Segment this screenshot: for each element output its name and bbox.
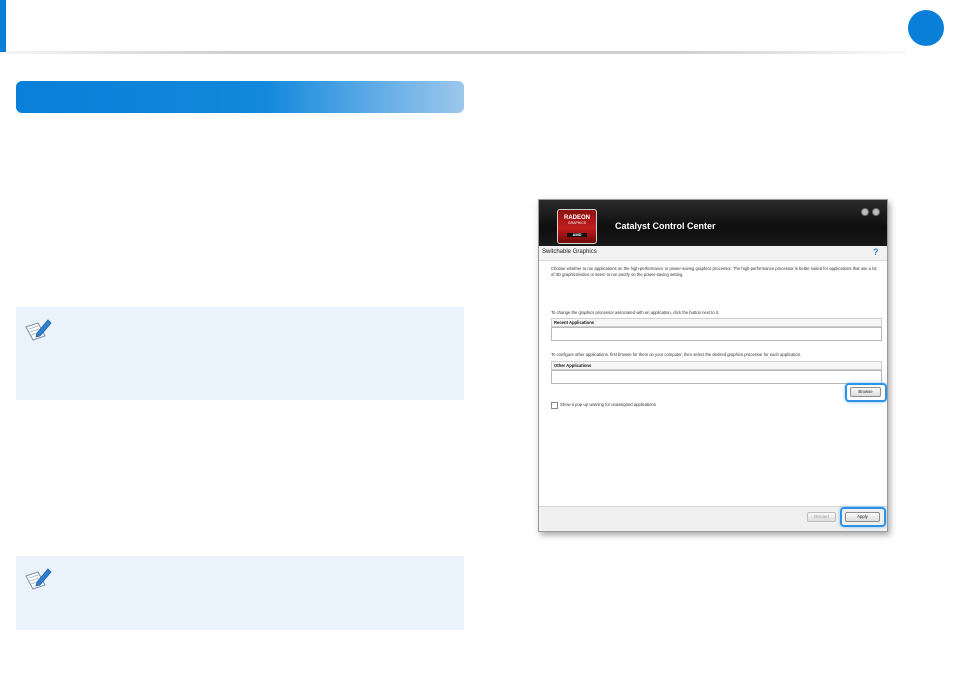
page-indicator-dot	[908, 10, 944, 46]
page-title: Switchable Graphics	[542, 249, 597, 255]
popup-warning-checkbox[interactable]	[551, 402, 558, 409]
apply-button[interactable]: Apply	[845, 512, 880, 522]
recent-applications-list[interactable]	[551, 327, 882, 341]
other-applications-list[interactable]	[551, 370, 882, 384]
change-instruction: To change the graphics processor associa…	[551, 310, 720, 315]
catalyst-control-center-window: RADEON GRAPHICS AMD Catalyst Control Cen…	[538, 199, 888, 532]
configure-instruction: To configure other applications, first b…	[551, 352, 802, 357]
browse-button[interactable]: Browse	[850, 387, 881, 397]
description-text: Choose whether to run applications on th…	[551, 266, 877, 277]
left-accent-bar	[0, 0, 6, 52]
pencil-note-icon	[25, 319, 52, 341]
header-rule	[6, 51, 906, 54]
other-applications-header: Other Applications	[551, 361, 882, 370]
settings-menu-icon[interactable]	[872, 208, 880, 216]
note-box	[16, 556, 464, 630]
radeon-logo: RADEON GRAPHICS AMD	[557, 209, 597, 244]
window-title: Catalyst Control Center	[615, 221, 716, 231]
window-header: RADEON GRAPHICS AMD Catalyst Control Cen…	[539, 200, 887, 246]
section-title-bar	[16, 81, 464, 113]
pencil-note-icon	[25, 568, 52, 590]
question-icon[interactable]: ?	[873, 247, 879, 257]
discard-button[interactable]: Discard	[807, 512, 836, 522]
help-menu-icon[interactable]	[861, 208, 869, 216]
checkbox-label: Show a pop-up warning for unassigned app…	[560, 402, 656, 407]
page-title-bar: Switchable Graphics ?	[539, 246, 887, 261]
recent-applications-header: Recent Applications	[551, 318, 882, 327]
note-box	[16, 307, 464, 400]
